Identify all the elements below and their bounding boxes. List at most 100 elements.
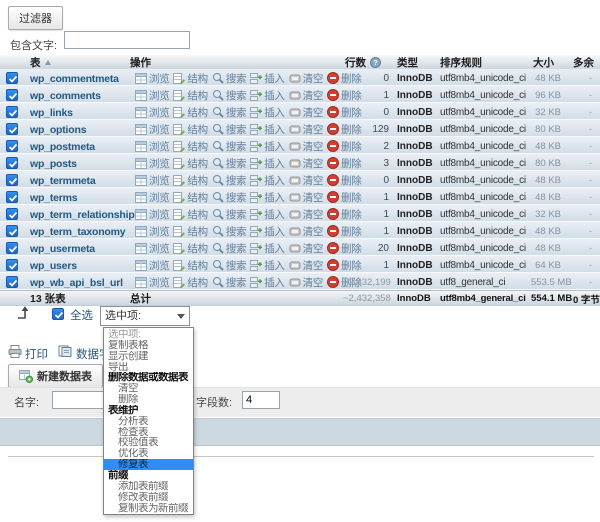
insert-link[interactable]: 插入 [250, 275, 284, 290]
search-link[interactable]: 搜索 [212, 139, 246, 154]
browse-link[interactable]: 浏览 [135, 224, 169, 239]
row-checkbox[interactable] [6, 191, 18, 203]
dropdown-option[interactable]: 显示创建 [104, 351, 193, 362]
row-checkbox[interactable] [6, 276, 18, 288]
structure-link[interactable]: 结构 [173, 258, 207, 273]
structure-link[interactable]: 结构 [173, 275, 207, 290]
dropdown-option[interactable]: 修改表前缀 [104, 492, 193, 503]
table-name-link[interactable]: wp_links [30, 107, 73, 119]
row-checkbox[interactable] [6, 208, 18, 220]
table-name-link[interactable]: wp_options [30, 124, 86, 136]
row-checkbox[interactable] [6, 259, 18, 271]
structure-link[interactable]: 结构 [173, 241, 207, 256]
browse-link[interactable]: 浏览 [135, 241, 169, 256]
dropdown-option[interactable]: 删除数据或数据表 [104, 372, 193, 383]
browse-link[interactable]: 浏览 [135, 88, 169, 103]
browse-link[interactable]: 浏览 [135, 190, 169, 205]
search-link[interactable]: 搜索 [212, 224, 246, 239]
structure-link[interactable]: 结构 [173, 156, 207, 171]
insert-link[interactable]: 插入 [250, 207, 284, 222]
print-link[interactable]: 打印 [25, 346, 48, 362]
row-checkbox[interactable] [6, 123, 18, 135]
search-link[interactable]: 搜索 [212, 207, 246, 222]
row-checkbox[interactable] [6, 225, 18, 237]
search-link[interactable]: 搜索 [212, 156, 246, 171]
dropdown-option[interactable]: 分析表 [104, 416, 193, 427]
empty-link[interactable]: 清空 [289, 105, 323, 120]
structure-link[interactable]: 结构 [173, 71, 207, 86]
dropdown-option[interactable]: 添加表前缀 [104, 481, 193, 492]
search-link[interactable]: 搜索 [212, 122, 246, 137]
dropdown-option[interactable]: 表维护 [104, 405, 193, 416]
row-checkbox[interactable] [6, 72, 18, 84]
dropdown-option[interactable]: 选中项: [104, 329, 193, 340]
dropdown-option[interactable]: 复制表为新前缀 [104, 503, 193, 514]
dropdown-option[interactable]: 清空 [104, 383, 193, 394]
structure-link[interactable]: 结构 [173, 139, 207, 154]
insert-link[interactable]: 插入 [250, 224, 284, 239]
row-checkbox[interactable] [6, 106, 18, 118]
empty-link[interactable]: 清空 [289, 190, 323, 205]
search-link[interactable]: 搜索 [212, 241, 246, 256]
empty-link[interactable]: 清空 [289, 71, 323, 86]
browse-link[interactable]: 浏览 [135, 207, 169, 222]
column-header-size[interactable]: 大小 [531, 55, 573, 70]
search-link[interactable]: 搜索 [212, 173, 246, 188]
insert-link[interactable]: 插入 [250, 122, 284, 137]
browse-link[interactable]: 浏览 [135, 258, 169, 273]
check-all-checkbox[interactable] [52, 308, 64, 320]
insert-link[interactable]: 插入 [250, 156, 284, 171]
empty-link[interactable]: 清空 [289, 207, 323, 222]
browse-link[interactable]: 浏览 [135, 71, 169, 86]
empty-link[interactable]: 清空 [289, 241, 323, 256]
with-selected-select[interactable]: 选中项: [100, 306, 190, 326]
table-name-link[interactable]: wp_terms [30, 192, 77, 204]
insert-link[interactable]: 插入 [250, 258, 284, 273]
dropdown-option[interactable]: 优化表 [104, 448, 193, 459]
empty-link[interactable]: 清空 [289, 88, 323, 103]
structure-link[interactable]: 结构 [173, 88, 207, 103]
row-checkbox[interactable] [6, 140, 18, 152]
table-name-link[interactable]: wp_usermeta [30, 243, 95, 255]
empty-link[interactable]: 清空 [289, 122, 323, 137]
browse-link[interactable]: 浏览 [135, 275, 169, 290]
search-link[interactable]: 搜索 [212, 275, 246, 290]
empty-link[interactable]: 清空 [289, 156, 323, 171]
column-header-collation[interactable]: 排序规则 [437, 55, 531, 70]
table-name-link[interactable]: wp_termmeta [30, 175, 96, 187]
search-link[interactable]: 搜索 [212, 88, 246, 103]
check-all-label[interactable]: 全选 [70, 307, 93, 323]
column-header-overhead[interactable]: 多余 [573, 55, 600, 70]
table-name-link[interactable]: wp_term_taxonomy [30, 226, 125, 238]
row-checkbox[interactable] [6, 157, 18, 169]
empty-link[interactable]: 清空 [289, 224, 323, 239]
browse-link[interactable]: 浏览 [135, 173, 169, 188]
dropdown-option[interactable]: 修复表 [104, 459, 193, 470]
help-icon[interactable]: ? [370, 57, 381, 68]
search-link[interactable]: 搜索 [212, 190, 246, 205]
empty-link[interactable]: 清空 [289, 139, 323, 154]
insert-link[interactable]: 插入 [250, 139, 284, 154]
search-link[interactable]: 搜索 [212, 105, 246, 120]
insert-link[interactable]: 插入 [250, 88, 284, 103]
empty-link[interactable]: 清空 [289, 173, 323, 188]
dropdown-option[interactable]: 复制表格 [104, 340, 193, 351]
insert-link[interactable]: 插入 [250, 105, 284, 120]
empty-link[interactable]: 清空 [289, 258, 323, 273]
row-checkbox[interactable] [6, 242, 18, 254]
column-header-rows[interactable]: 行数 ? [343, 55, 391, 70]
insert-link[interactable]: 插入 [250, 241, 284, 256]
empty-link[interactable]: 清空 [289, 275, 323, 290]
table-name-link[interactable]: wp_comments [30, 90, 101, 102]
filter-input[interactable] [64, 31, 190, 49]
dropdown-option[interactable]: 校验值表 [104, 437, 193, 448]
browse-link[interactable]: 浏览 [135, 105, 169, 120]
structure-link[interactable]: 结构 [173, 224, 207, 239]
table-name-link[interactable]: wp_users [30, 260, 77, 272]
structure-link[interactable]: 结构 [173, 207, 207, 222]
dropdown-option[interactable]: 删除 [104, 394, 193, 405]
table-name-link[interactable]: wp_postmeta [30, 141, 95, 153]
search-link[interactable]: 搜索 [212, 71, 246, 86]
dropdown-option[interactable]: 前缀 [104, 470, 193, 481]
browse-link[interactable]: 浏览 [135, 156, 169, 171]
